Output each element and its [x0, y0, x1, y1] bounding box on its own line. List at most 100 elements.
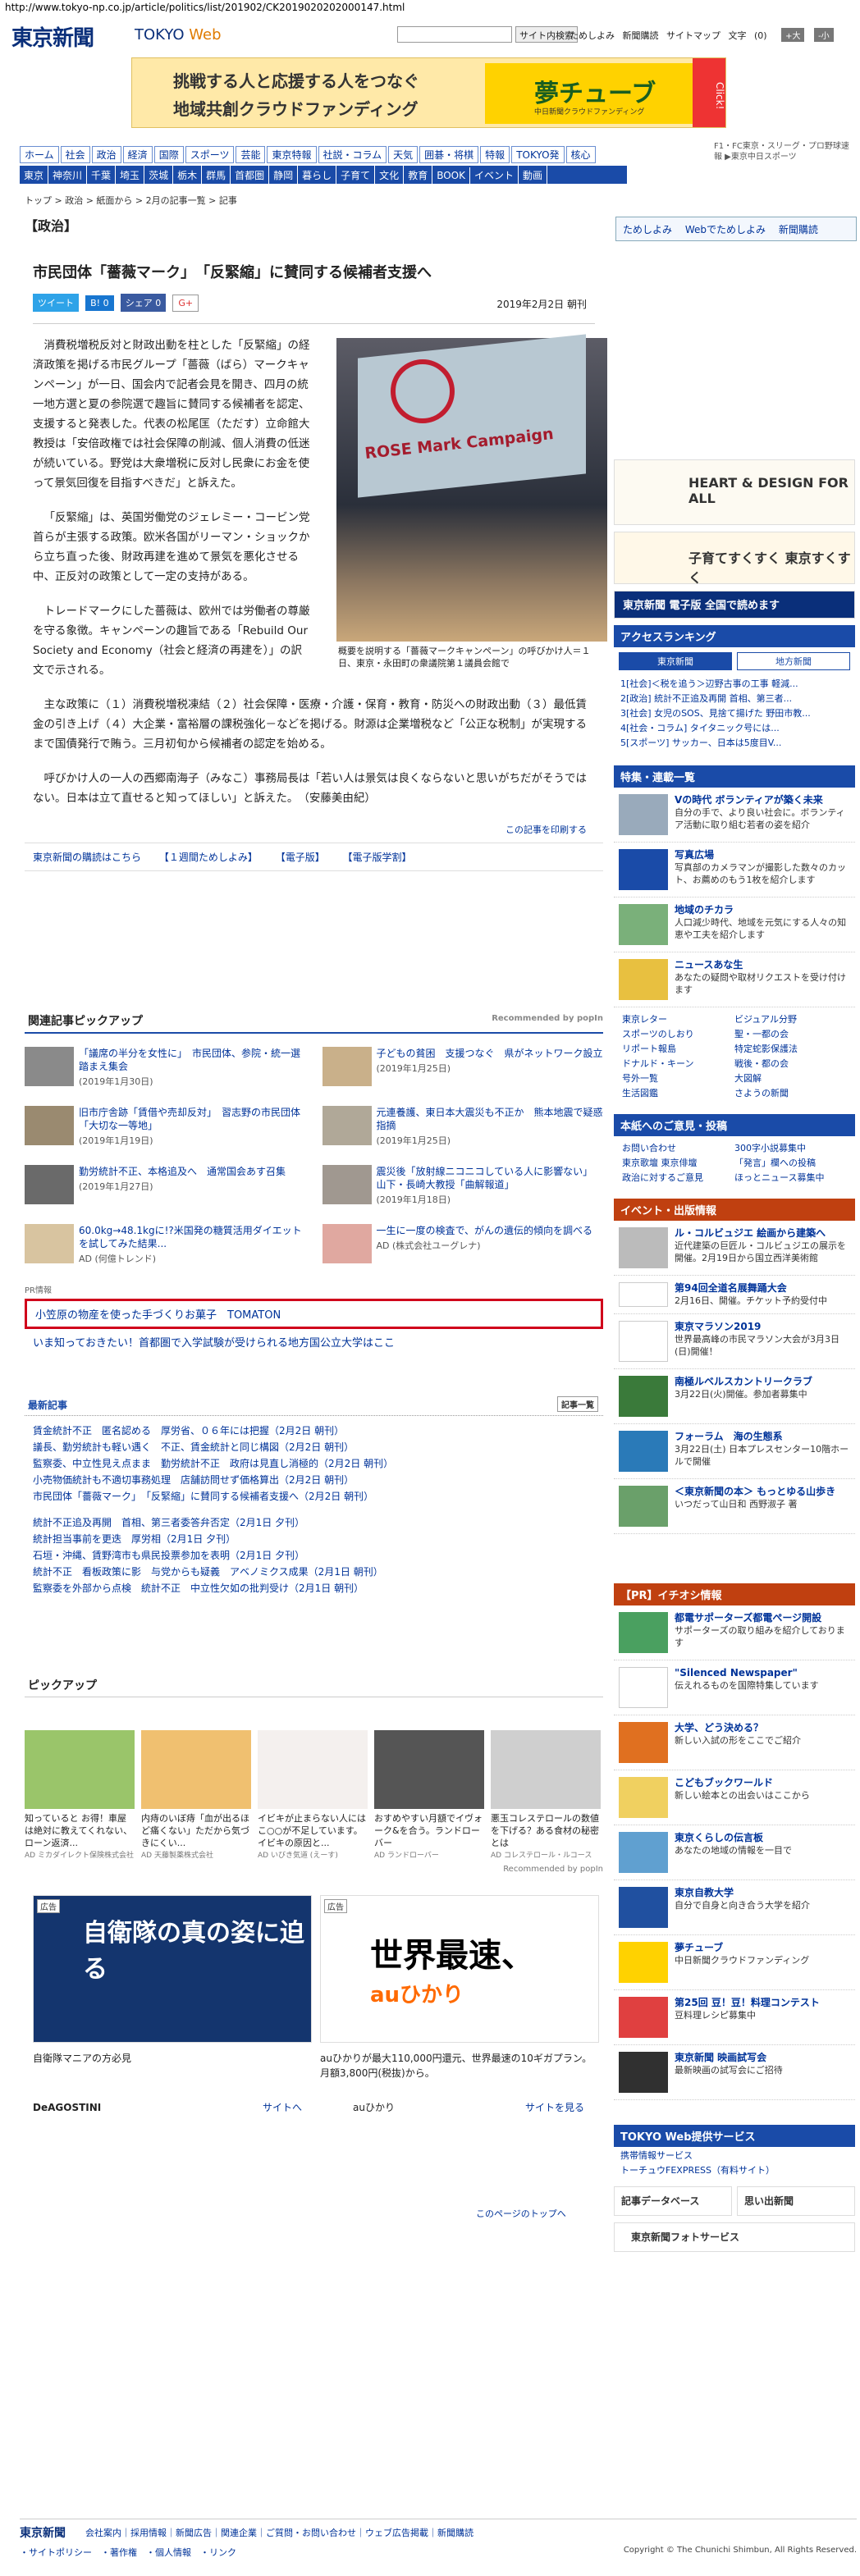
pr-item[interactable]: 東京自教大学 自分で自身と向き合う大学を紹介 [614, 1880, 855, 1935]
breadcrumb[interactable]: トップ > 政治 > 紙面から > 2月の記事一覧 > 記事 [25, 194, 237, 207]
feature-link[interactable]: 号外一覧 [622, 1071, 734, 1086]
nav-tokyohatsu[interactable]: TOKYO発 [511, 146, 565, 163]
related-item[interactable]: 60.0kg→48.1kgに!?米国発の糖質活用ダイエットを試してみた結果...… [25, 1224, 306, 1268]
ad1-link[interactable]: サイトへ [263, 2100, 302, 2115]
event-item[interactable]: ＜東京新聞の本＞ もっとゆる山歩き いつだって山日和 西野淑子 著 [614, 1479, 855, 1534]
footer-links[interactable]: 会社案内｜採用情報｜新聞広告｜関連企業｜ご質問・お問い合わせ｜ウェブ広告掲載｜新… [85, 2526, 473, 2539]
digital-link[interactable]: 【電子版】 [276, 852, 325, 863]
feature-link[interactable]: 生活図鑑 [622, 1086, 734, 1101]
subnav-event[interactable]: イベント [470, 166, 519, 185]
tokusho-item[interactable]: ニュースあな生 あなたの疑問や取材リクエストを受け付けます [614, 952, 855, 1007]
event-item[interactable]: 第94回全道名展舞踊大会 2月16日、開催。チケット予約受付中 [614, 1276, 855, 1314]
font-smaller-button[interactable]: -小 [813, 28, 834, 42]
pr-item[interactable]: 東京くらしの伝言板 あなたの地域の情報を一目で [614, 1825, 855, 1880]
related-item[interactable]: 一生に一度の検査で、がんの遺伝的傾向を調べる AD (株式会社ユーグレナ) [322, 1224, 604, 1268]
opinion-link[interactable]: 政治に対するご意見 [622, 1171, 734, 1185]
pr-item[interactable]: "Silenced Newspaper" 伝えれるものを国際特集しています [614, 1660, 855, 1715]
subnav-kyoiku[interactable]: 教育 [404, 166, 433, 185]
trial-link[interactable]: 【１週間ためしよみ】 [159, 852, 258, 863]
site-logo-sub[interactable]: TOKYO Web [135, 26, 222, 43]
subnav-chiba[interactable]: 千葉 [87, 166, 117, 185]
pickup-item[interactable]: 悪玉コレステロールの数値を下げる？ある食材の秘密とは AD コレステロール・ルコー… [491, 1730, 601, 1860]
feature-link[interactable]: スポーツのしおり [622, 1027, 734, 1042]
page-top-link[interactable]: このページのトップへ [476, 2207, 566, 2220]
student-link[interactable]: 【電子版学割】 [343, 852, 412, 863]
pickup-item[interactable]: おすめやすい月額でイヴォーク&を合う。ランドローバー AD ランドローバー [374, 1730, 484, 1860]
subnav-book[interactable]: BOOK [432, 167, 470, 184]
print-link[interactable]: この記事を印刷する [25, 823, 603, 836]
link-sitemap[interactable]: サイトマップ [666, 30, 720, 41]
opinion-link[interactable]: 「発言」欄への投稿 [734, 1156, 847, 1171]
list-item[interactable]: 賃金統計不正 匿名認める 厚労省、０６年には把握（2月2日 朝刊） [33, 1423, 595, 1439]
banner-photo-service[interactable]: 東京新聞フォトサービス [614, 2222, 855, 2252]
opinion-link[interactable]: お問い合わせ [622, 1141, 734, 1156]
feature-link[interactable]: 大図解 [734, 1071, 847, 1086]
banner-heart-design[interactable]: HEART & DESIGN FOR ALL [614, 459, 855, 525]
list-item[interactable]: 統計不正 看板政策に影 与党からも疑義 アベノミクス成果（2月1日 朝刊） [33, 1564, 595, 1580]
nav-world[interactable]: 国際 [153, 146, 184, 163]
list-item[interactable]: 統計不正追及再開 首相、第三者委答弁否定（2月1日 夕刊） [33, 1514, 595, 1531]
banner-database[interactable]: 記事データベース [614, 2186, 732, 2216]
pr-item[interactable]: 大学、どう決める？ 新しい入試の形をここでご紹介 [614, 1715, 855, 1770]
subnav-tochigi[interactable]: 栃木 [173, 166, 203, 185]
list-item[interactable]: 小売物価統計も不適切事務処理 店舗訪問せず価格算出（2月2日 朝刊） [33, 1472, 595, 1488]
footer-logo[interactable]: 東京新聞 [20, 2524, 66, 2541]
nav-tokuho[interactable]: 東京特報 [267, 146, 317, 163]
search-button[interactable]: サイト内検索 [515, 26, 578, 43]
list-item[interactable]: 監察委を外部から点検 統計不正 中立性欠如の批判受け（2月1日 朝刊） [33, 1580, 595, 1596]
pickup-item[interactable]: 内痔のいぼ痔「血が出るほど痛くない」ただから気づきにくい... AD 天藤製薬株式… [141, 1730, 251, 1860]
list-item[interactable]: 石垣・沖縄、賃野湾市も県民投票参加を表明（2月1日 夕刊） [33, 1547, 595, 1564]
related-item[interactable]: 元連養護、東日本大震災も不正か 熊本地震で疑惑指摘 (2019年1月25日) [322, 1106, 604, 1150]
nav-column[interactable]: 社説・コラム [318, 146, 387, 163]
subnav-shizuoka[interactable]: 静岡 [269, 166, 299, 185]
pr-link-tomaton[interactable]: 小笠原の物産を使った手づくりお菓子 TOMATON [25, 1299, 603, 1329]
nav-weather[interactable]: 天気 [388, 146, 419, 163]
pickup-item[interactable]: イビキが止まらない人にはこ○○が不足しています。イビキの原因と... AD いびき… [258, 1730, 368, 1860]
nav-politics[interactable]: 政治 [91, 146, 121, 163]
ad-au-hikari[interactable]: 広告 世界最速、 auひかり [320, 1895, 599, 2043]
ranking-tab-local[interactable]: 地方新聞 [737, 652, 850, 670]
nav-home[interactable]: ホーム [20, 146, 59, 163]
ranking-item[interactable]: 1[社会]＜税を追う＞辺野古事の工事 軽減... [620, 677, 849, 692]
top-banner-ad[interactable]: 挑戦する人と応援する人をつなぐ 地域共創クラウドファンディング 夢チューブ 中日新… [131, 57, 726, 128]
nav-society[interactable]: 社会 [60, 146, 90, 163]
subnav-saitama[interactable]: 埼玉 [116, 166, 145, 185]
ranking-item[interactable]: 2[政治] 統計不正追及再開 首相、第三者... [620, 692, 849, 706]
feature-link[interactable]: 東京レター [622, 1012, 734, 1027]
related-item[interactable]: 子どもの貧困 支援つなぐ 県がネットワーク設立 (2019年1月25日) [322, 1047, 604, 1091]
popin-credit[interactable]: Recommended by popIn [25, 1865, 603, 1874]
nav-tokuho2[interactable]: 特報 [480, 146, 510, 163]
feature-link[interactable]: 戦後・都の会 [734, 1057, 847, 1071]
subnav-video[interactable]: 動画 [519, 166, 548, 185]
subnav-kosodate[interactable]: 子育て [336, 166, 376, 185]
tokusho-item[interactable]: 地域のチカラ 人口減少時代、地域を元気にする人々の知恵や工夫を紹介します [614, 897, 855, 952]
ranking-item[interactable]: 3[社会] 女児のSOS、見捨て揚げた 野田市教... [620, 706, 849, 721]
address-bar[interactable]: http://www.tokyo-np.co.jp/article/politi… [0, 0, 860, 16]
nav-sports[interactable]: スポーツ [185, 146, 235, 163]
subnav-tokyo[interactable]: 東京 [20, 166, 49, 185]
list-item[interactable]: 統計担当事前を更迭 厚労相（2月1日 夕刊） [33, 1531, 595, 1547]
subnav-gunma[interactable]: 群馬 [202, 166, 231, 185]
subnav-kurashi[interactable]: 暮らし [298, 166, 337, 185]
feature-link[interactable]: ビジュアル分野 [734, 1012, 847, 1027]
article-list-button[interactable]: 記事一覧 [557, 1396, 598, 1412]
right-link-web-tameshiyomi[interactable]: Webでためしよみ [685, 224, 766, 235]
opinion-link[interactable]: ほっとニュース募集中 [734, 1171, 847, 1185]
feature-link[interactable]: 聖・一都の会 [734, 1027, 847, 1042]
pr-item[interactable]: 都電サポーターズ都電ぺージ開設 サポーターズの取り組みを紹介しております [614, 1605, 855, 1660]
web-service-link[interactable]: 携帯情報サービス [620, 2149, 849, 2163]
web-service-link[interactable]: トーチュウFEXPRESS（有料サイト） [620, 2163, 849, 2178]
nav-economy[interactable]: 経済 [122, 146, 153, 163]
banner-digital[interactable]: 東京新聞 電子版 全国で読めます [614, 591, 855, 619]
tweet-button[interactable]: ツイート [33, 294, 79, 312]
feature-link[interactable]: 特定蛇影保護法 [734, 1042, 847, 1057]
hatena-button[interactable]: B! 0 [85, 295, 114, 311]
popin-credit[interactable]: Recommended by popIn [492, 1014, 603, 1023]
tokusho-item[interactable]: 写真広場 写真部のカメラマンが撮影した数々のカット、お薦めのもう1枚を紹介します [614, 843, 855, 897]
link-subscribe[interactable]: 新聞購読 [623, 30, 659, 41]
photo-image[interactable]: ROSE Mark Campaign [336, 334, 607, 642]
related-item[interactable]: 旧市庁舎跡「賃借や売却反対」 習志野の市民団体「大切な一等地」 (2019年1月1… [25, 1106, 306, 1150]
nav-igo[interactable]: 囲碁・将棋 [419, 146, 479, 163]
event-item[interactable]: フォーラム 海の生態系 3月22日(土) 日本プレスセンター10階ホールで開催 [614, 1424, 855, 1479]
feature-link[interactable]: さようの新聞 [734, 1086, 847, 1101]
